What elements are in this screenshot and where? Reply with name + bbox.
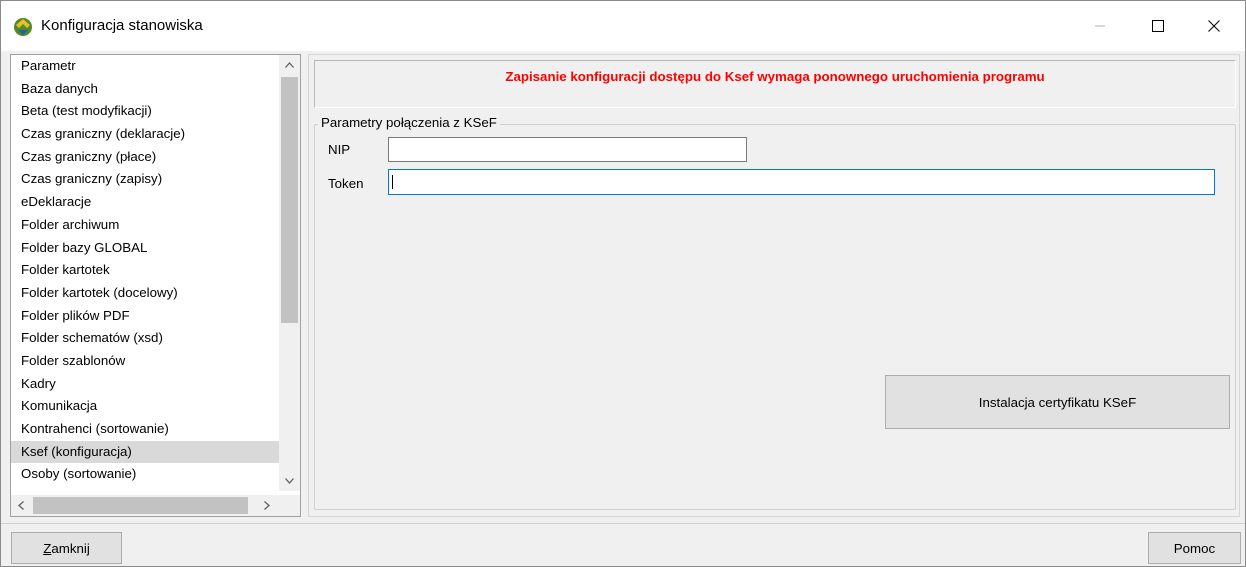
minimize-button[interactable] bbox=[1077, 1, 1123, 51]
chevron-up-icon bbox=[285, 62, 294, 68]
list-header: Parametr bbox=[21, 58, 76, 73]
vertical-scroll-thumb[interactable] bbox=[281, 77, 298, 323]
token-label: Token bbox=[328, 176, 364, 191]
list-item-edeklaracje[interactable]: eDeklaracje bbox=[11, 191, 279, 214]
vertical-scrollbar[interactable] bbox=[279, 55, 300, 491]
chevron-down-icon bbox=[285, 478, 294, 484]
list-item-ksef[interactable]: Ksef (konfiguracja) bbox=[11, 440, 279, 464]
notice-box: Zapisanie konfiguracji dostępu do Ksef w… bbox=[314, 60, 1236, 108]
list-item-czas-deklaracje[interactable]: Czas graniczny (deklaracje) bbox=[11, 123, 279, 146]
window-title: Konfiguracja stanowiska bbox=[41, 17, 203, 34]
list-item-osoby[interactable]: Osoby (sortowanie) bbox=[11, 463, 279, 486]
app-icon bbox=[14, 18, 32, 36]
close-window-button[interactable] bbox=[1191, 1, 1237, 51]
maximize-icon bbox=[1152, 20, 1164, 32]
list-item-folder-kartotek-docelowy[interactable]: Folder kartotek (docelowy) bbox=[11, 282, 279, 305]
close-button[interactable]: Zamknij bbox=[11, 532, 122, 564]
minimize-icon bbox=[1095, 25, 1105, 27]
help-button[interactable]: Pomoc bbox=[1148, 532, 1241, 564]
close-button-label: Zamknij bbox=[43, 540, 90, 556]
text-caret bbox=[392, 175, 393, 189]
token-field[interactable] bbox=[388, 169, 1215, 195]
scroll-left-button[interactable] bbox=[11, 495, 31, 516]
chevron-right-icon bbox=[264, 501, 270, 510]
install-certificate-button[interactable]: Instalacja certyfikatu KSeF bbox=[885, 375, 1230, 429]
horizontal-scroll-thumb[interactable] bbox=[33, 497, 248, 514]
list-item-czas-place[interactable]: Czas graniczny (płace) bbox=[11, 146, 279, 169]
scrollbar-corner bbox=[279, 495, 300, 516]
list-item-beta[interactable]: Beta (test modyfikacji) bbox=[11, 100, 279, 123]
chevron-left-icon bbox=[18, 501, 24, 510]
parameter-list-panel: Parametr Baza danych Beta (test modyfika… bbox=[10, 54, 301, 517]
config-window: Konfiguracja stanowiska Parametr Baza da… bbox=[0, 0, 1246, 567]
title-bar: Konfiguracja stanowiska bbox=[1, 1, 1245, 51]
list-item-folder-szablonow[interactable]: Folder szablonów bbox=[11, 350, 279, 373]
parameter-list: Parametr Baza danych Beta (test modyfika… bbox=[11, 55, 279, 491]
nip-field[interactable] bbox=[388, 137, 747, 162]
restart-notice: Zapisanie konfiguracji dostępu do Ksef w… bbox=[505, 69, 1045, 84]
scroll-up-button[interactable] bbox=[279, 55, 300, 75]
nip-label: NIP bbox=[328, 142, 351, 157]
horizontal-scrollbar[interactable] bbox=[11, 495, 279, 516]
list-item-folder-xsd[interactable]: Folder schematów (xsd) bbox=[11, 327, 279, 350]
maximize-button[interactable] bbox=[1135, 1, 1181, 51]
list-item-folder-global[interactable]: Folder bazy GLOBAL bbox=[11, 237, 279, 260]
scroll-right-button[interactable] bbox=[257, 495, 277, 516]
list-item-komunikacja[interactable]: Komunikacja bbox=[11, 395, 279, 418]
list-item-baza-danych[interactable]: Baza danych bbox=[11, 78, 279, 101]
group-title: Parametry połączenia z KSeF bbox=[318, 115, 500, 130]
list-item-czas-zapisy[interactable]: Czas graniczny (zapisy) bbox=[11, 168, 279, 191]
list-item-folder-archiwum[interactable]: Folder archiwum bbox=[11, 214, 279, 237]
list-item-folder-kartotek[interactable]: Folder kartotek bbox=[11, 259, 279, 282]
close-icon bbox=[1208, 20, 1220, 32]
list-item-kadry[interactable]: Kadry bbox=[11, 373, 279, 396]
footer-separator bbox=[1, 523, 1245, 524]
list-item-folder-pdf[interactable]: Folder plików PDF bbox=[11, 305, 279, 328]
scroll-down-button[interactable] bbox=[279, 471, 300, 491]
list-item-kontrahenci[interactable]: Kontrahenci (sortowanie) bbox=[11, 418, 279, 441]
